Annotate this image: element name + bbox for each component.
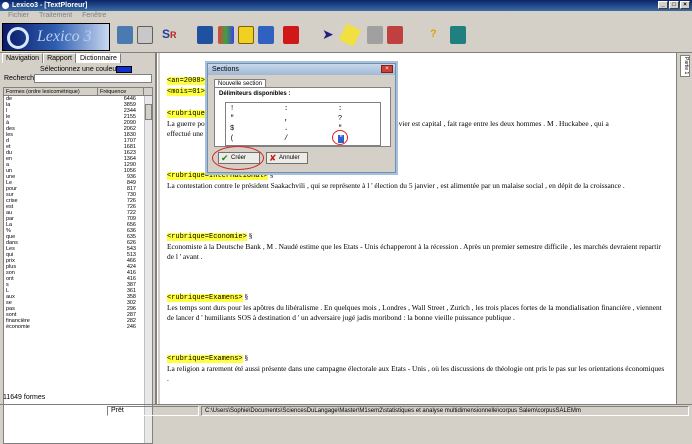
play-icon[interactable]: ➤	[322, 26, 338, 44]
delimiter-item[interactable]: .	[284, 125, 288, 133]
wrench-icon[interactable]	[367, 26, 383, 44]
delimiter-item[interactable]: :	[284, 105, 288, 113]
highlight-circle	[212, 146, 264, 170]
tag-year: <an=2008>	[167, 77, 205, 85]
right-sidebar: Partie 1	[676, 53, 692, 404]
menu-fenetre[interactable]: Fenêtre	[82, 12, 106, 19]
tab-partie[interactable]: Partie 1	[680, 55, 690, 77]
cube-icon[interactable]	[283, 26, 299, 44]
exit-icon[interactable]	[450, 26, 466, 44]
chart-icon[interactable]	[218, 26, 234, 44]
app-icon	[2, 2, 9, 9]
forms-table[interactable]: Formes (ordre lexicométrique) Fréquence …	[3, 87, 153, 444]
help-icon[interactable]: ?	[430, 26, 446, 44]
tools-icon[interactable]	[387, 26, 403, 44]
paragraph: Economiste à la Deutsche Bank , M . Naud…	[167, 242, 661, 261]
cancel-button[interactable]: ✘ Annuler	[266, 152, 308, 164]
paragraph-partial-tail: du 3 janvier est capital , fait rage ent…	[374, 119, 609, 128]
sections-dialog: Sections × Nouvelle section Délimiteurs …	[207, 63, 396, 173]
table-row[interactable]: économie 246	[4, 324, 152, 330]
column-header-frequency[interactable]: Fréquence	[98, 88, 144, 95]
dialog-close-button[interactable]: ×	[381, 65, 393, 73]
tab-navigation[interactable]: Navigation	[2, 53, 44, 63]
grid-icon[interactable]	[238, 26, 254, 44]
tag-month: <mois=01>	[167, 88, 205, 96]
pele-icon[interactable]	[197, 26, 213, 44]
paragraph: La religion a rarement été aussi présent…	[167, 364, 665, 383]
delimiter-item[interactable]: !	[230, 105, 234, 113]
maximize-button[interactable]: □	[669, 1, 679, 9]
delimiter-item[interactable]: $	[230, 125, 234, 133]
tab-rapport[interactable]: Rapport	[43, 53, 76, 63]
status-bar: Prêt C:\Users\Sophie\Documents\SciencesD…	[0, 404, 692, 416]
dialog-title: Sections	[208, 64, 395, 75]
s-r-icon[interactable]: SR	[162, 26, 178, 44]
delimiters-label: Délimiteurs disponibles :	[219, 91, 291, 97]
delimiter-item[interactable]: ?	[338, 115, 342, 123]
cancel-label: Annuler	[279, 155, 300, 161]
pencil-icon[interactable]	[338, 23, 362, 47]
dialog-panel: Délimiteurs disponibles : ! : : " , ? $ …	[214, 87, 391, 147]
rubrique-tag: <rubrique=Economie>	[167, 233, 247, 241]
tab-dictionnaire[interactable]: Dictionnaire	[75, 53, 121, 63]
menu-bar: Fichier Traitement Fenêtre	[0, 11, 692, 21]
delimiters-list[interactable]: ! : : " , ? $ . " ( / "	[225, 102, 381, 146]
delimiter-item[interactable]: /	[284, 135, 288, 143]
frequency-cell: 246	[126, 324, 136, 330]
table-icon[interactable]	[117, 26, 133, 44]
cross-icon: ✘	[269, 153, 277, 163]
status-path: C:\Users\Sophie\Documents\SciencesDuLang…	[201, 406, 689, 416]
lexico-logo: Lexico 3	[2, 23, 110, 51]
forms-scrollbar[interactable]	[144, 96, 152, 443]
menu-traitement[interactable]: Traitement	[39, 12, 72, 19]
form-cell: économie	[6, 324, 30, 330]
section-mark: §	[244, 353, 249, 362]
minimize-button[interactable]: _	[658, 1, 668, 9]
paragraph: Les temps sont durs pour les apôtres du …	[167, 303, 662, 322]
toolbar: Lexico 3 SR ➤ ?	[0, 21, 692, 53]
color-picker[interactable]	[116, 66, 132, 73]
menu-fichier[interactable]: Fichier	[8, 12, 29, 19]
grid2-icon[interactable]	[258, 26, 274, 44]
left-panel: Navigation Rapport Dictionnaire Sélectio…	[0, 53, 157, 444]
color-label: Sélectionnez une couleur	[40, 66, 119, 73]
rubrique-tag: <rubrique=Examens>	[167, 355, 243, 363]
delimiter-item[interactable]: "	[230, 115, 234, 123]
column-header-forms[interactable]: Formes (ordre lexicométrique)	[4, 88, 98, 95]
rubrique-tag: <rubrique=International>	[167, 172, 268, 180]
highlight-circle	[332, 130, 348, 145]
section-mark: §	[248, 231, 253, 240]
window-title: Lexico3 - [TextPloreur]	[12, 2, 88, 9]
title-bar: Lexico3 - [TextPloreur] _ □ ×	[0, 0, 692, 11]
rubrique-tag: <rubrique=	[167, 110, 210, 118]
delimiter-item[interactable]: (	[230, 135, 234, 143]
delimiter-item[interactable]: :	[338, 105, 342, 113]
status-ready: Prêt	[107, 406, 199, 416]
delimiter-item[interactable]: ,	[284, 115, 288, 123]
paragraph-partial: La guerre po	[167, 119, 205, 128]
forms-count: 11649 formes	[3, 394, 46, 401]
notebook-icon[interactable]	[137, 26, 153, 44]
search-input[interactable]	[34, 74, 152, 83]
paragraph: La contestation contre le président Saak…	[167, 181, 625, 190]
rubrique-tag: <rubrique=Examens>	[167, 294, 243, 302]
section-mark: §	[244, 292, 249, 301]
close-button[interactable]: ×	[680, 1, 690, 9]
